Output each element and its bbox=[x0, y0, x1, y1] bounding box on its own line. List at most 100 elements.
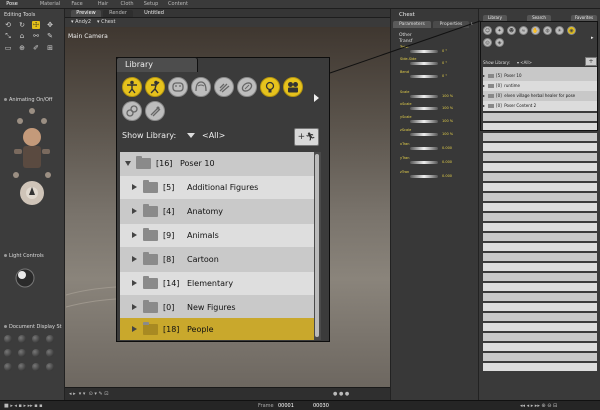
expand-arrow-icon[interactable] bbox=[132, 208, 137, 214]
display-style-icon[interactable] bbox=[46, 335, 54, 343]
category-lights-icon[interactable] bbox=[260, 77, 280, 97]
document-display-toggle[interactable]: Document Display St bbox=[4, 324, 62, 330]
tree-row-anatomy[interactable]: [4] Anatomy bbox=[120, 200, 316, 223]
animating-toggle[interactable]: Animating On/Off bbox=[4, 97, 52, 103]
dial-xscale[interactable] bbox=[410, 107, 438, 110]
category-next-icon[interactable] bbox=[314, 94, 319, 102]
light-sphere-icon[interactable] bbox=[14, 267, 36, 289]
tree-row-elementary[interactable]: [14] Elementary bbox=[120, 272, 316, 295]
display-style-icon[interactable] bbox=[18, 363, 26, 371]
display-style-icon[interactable] bbox=[32, 349, 40, 357]
figure-select[interactable]: ▾ Andy2 bbox=[71, 19, 91, 25]
display-style-icon[interactable] bbox=[4, 363, 12, 371]
room-tab-setup[interactable]: Setup bbox=[143, 1, 159, 8]
dial-zscale[interactable] bbox=[410, 133, 438, 136]
display-style-icon[interactable] bbox=[46, 363, 54, 371]
dial-side-side[interactable] bbox=[410, 62, 438, 65]
room-tab-face[interactable]: Face bbox=[68, 1, 86, 8]
dial-scale[interactable] bbox=[410, 95, 438, 98]
tree-scrollbar-thumb[interactable] bbox=[315, 154, 319, 337]
dial-value[interactable]: 100 % bbox=[442, 119, 453, 123]
display-style-icon[interactable] bbox=[4, 349, 12, 357]
frame-current-field[interactable]: 00001 bbox=[278, 403, 294, 409]
expand-arrow-icon[interactable] bbox=[132, 232, 137, 238]
category-props-icon[interactable] bbox=[237, 77, 257, 97]
display-style-icon[interactable] bbox=[32, 363, 40, 371]
category-materials-icon[interactable] bbox=[122, 101, 142, 121]
tree-row-cartoon[interactable]: [8] Cartoon bbox=[120, 248, 316, 271]
panel-arrow-icon[interactable]: ▸ bbox=[471, 21, 474, 27]
actor-select[interactable]: ▾ Chest bbox=[97, 19, 115, 25]
expand-arrow-icon[interactable] bbox=[132, 326, 137, 332]
dial-xtran[interactable] bbox=[410, 147, 438, 150]
light-controls-toggle[interactable]: Light Controls bbox=[4, 253, 44, 259]
expand-arrow-icon[interactable] bbox=[132, 280, 137, 286]
chain-break-tool-icon[interactable]: ⚯ bbox=[32, 32, 40, 40]
category-hands-icon[interactable] bbox=[214, 77, 234, 97]
tree-row-additional-figures[interactable]: [5] Additional Figures bbox=[120, 176, 316, 199]
display-style-icon[interactable] bbox=[32, 335, 40, 343]
dial-value[interactable]: 100 % bbox=[442, 94, 453, 98]
dial-value[interactable]: 0.000 bbox=[442, 160, 452, 164]
morph-brush-icon[interactable]: ✐ bbox=[32, 44, 40, 52]
color-tool-icon[interactable]: ✎ bbox=[46, 32, 54, 40]
view-dots-icon[interactable]: ● ● ● bbox=[333, 391, 349, 397]
expand-arrow-icon[interactable] bbox=[132, 304, 137, 310]
camera-controls-figure[interactable] bbox=[6, 105, 58, 217]
param-group-other[interactable]: Other bbox=[399, 33, 412, 38]
room-tab-pose[interactable]: Pose bbox=[4, 1, 20, 8]
tab-render[interactable]: Render bbox=[103, 10, 133, 17]
dial-value[interactable]: 0 ° bbox=[442, 74, 447, 78]
show-library-dropdown-icon[interactable] bbox=[187, 133, 195, 138]
dial-twist[interactable] bbox=[410, 50, 438, 53]
tree-row-people[interactable]: [18] People bbox=[120, 318, 316, 340]
display-style-icon[interactable] bbox=[46, 349, 54, 357]
display-style-icon[interactable] bbox=[18, 349, 26, 357]
dial-value[interactable]: 0 ° bbox=[442, 61, 447, 65]
dial-ztran[interactable] bbox=[410, 175, 438, 178]
category-cameras-icon[interactable] bbox=[283, 77, 303, 97]
room-tab-material[interactable]: Material bbox=[38, 1, 62, 8]
taper-tool-icon[interactable]: ⌂ bbox=[18, 32, 26, 40]
tree-row-poser-10[interactable]: [16] Poser 10 bbox=[120, 152, 316, 175]
expand-arrow-icon[interactable] bbox=[132, 184, 137, 190]
tree-row-animals[interactable]: [9] Animals bbox=[120, 224, 316, 247]
room-tab-cloth[interactable]: Cloth bbox=[119, 1, 135, 8]
frame-total-field[interactable]: 00030 bbox=[313, 403, 329, 409]
room-tab-content[interactable]: Content bbox=[167, 1, 189, 8]
display-style-icon[interactable] bbox=[4, 335, 12, 343]
dial-value[interactable]: 0 ° bbox=[442, 49, 447, 53]
dial-ytran[interactable] bbox=[410, 161, 438, 164]
scale-tool-icon[interactable]: ⤡ bbox=[4, 32, 12, 40]
expand-arrow-icon[interactable] bbox=[125, 161, 131, 166]
dial-value[interactable]: 0.000 bbox=[442, 174, 452, 178]
category-scenes-icon[interactable] bbox=[145, 101, 165, 121]
move-tool-icon[interactable]: ✥ bbox=[46, 21, 54, 29]
add-library-button[interactable]: +🏃︎ bbox=[294, 128, 319, 146]
view-toggle-icons[interactable]: ◂ ▸ ▾ ▾ ⊙ ▾ ✎ ⊡ bbox=[69, 391, 108, 397]
display-style-icon[interactable] bbox=[18, 335, 26, 343]
room-tab-hair[interactable]: Hair bbox=[95, 1, 111, 8]
tab-preview[interactable]: Preview bbox=[71, 10, 101, 17]
category-figures-icon[interactable] bbox=[122, 77, 142, 97]
category-hair-icon[interactable] bbox=[191, 77, 211, 97]
rotate-tool-icon[interactable]: ⟲ bbox=[4, 21, 12, 29]
param-group-transform[interactable]: Transf bbox=[399, 39, 412, 44]
show-library-value[interactable]: <All> bbox=[202, 131, 225, 140]
dial-yscale[interactable] bbox=[410, 120, 438, 123]
tab-properties[interactable]: Properties bbox=[433, 21, 469, 28]
twist-tool-icon[interactable]: ↻ bbox=[18, 21, 26, 29]
tree-row-new-figures[interactable]: [0] New Figures bbox=[120, 296, 316, 319]
keyframe-controls-icon[interactable]: ◂◂ ◂ ▸ ▸▸ ⊕ ⊖ ⊟ bbox=[520, 403, 557, 409]
dial-value[interactable]: 100 % bbox=[442, 132, 453, 136]
dial-value[interactable]: 100 % bbox=[442, 106, 453, 110]
category-poses-icon[interactable] bbox=[145, 77, 165, 97]
direct-manipulation-icon[interactable]: ⊞ bbox=[46, 44, 54, 52]
view-magnifier-icon[interactable]: ⊕ bbox=[18, 44, 26, 52]
grouping-tool-icon[interactable]: ▭ bbox=[4, 44, 12, 52]
tab-parameters[interactable]: Parameters bbox=[393, 21, 431, 28]
expand-arrow-icon[interactable] bbox=[132, 256, 137, 262]
dial-bend[interactable] bbox=[410, 75, 438, 78]
translate-tool-icon[interactable]: ☩ bbox=[32, 21, 40, 29]
dial-value[interactable]: 0.000 bbox=[442, 146, 452, 150]
